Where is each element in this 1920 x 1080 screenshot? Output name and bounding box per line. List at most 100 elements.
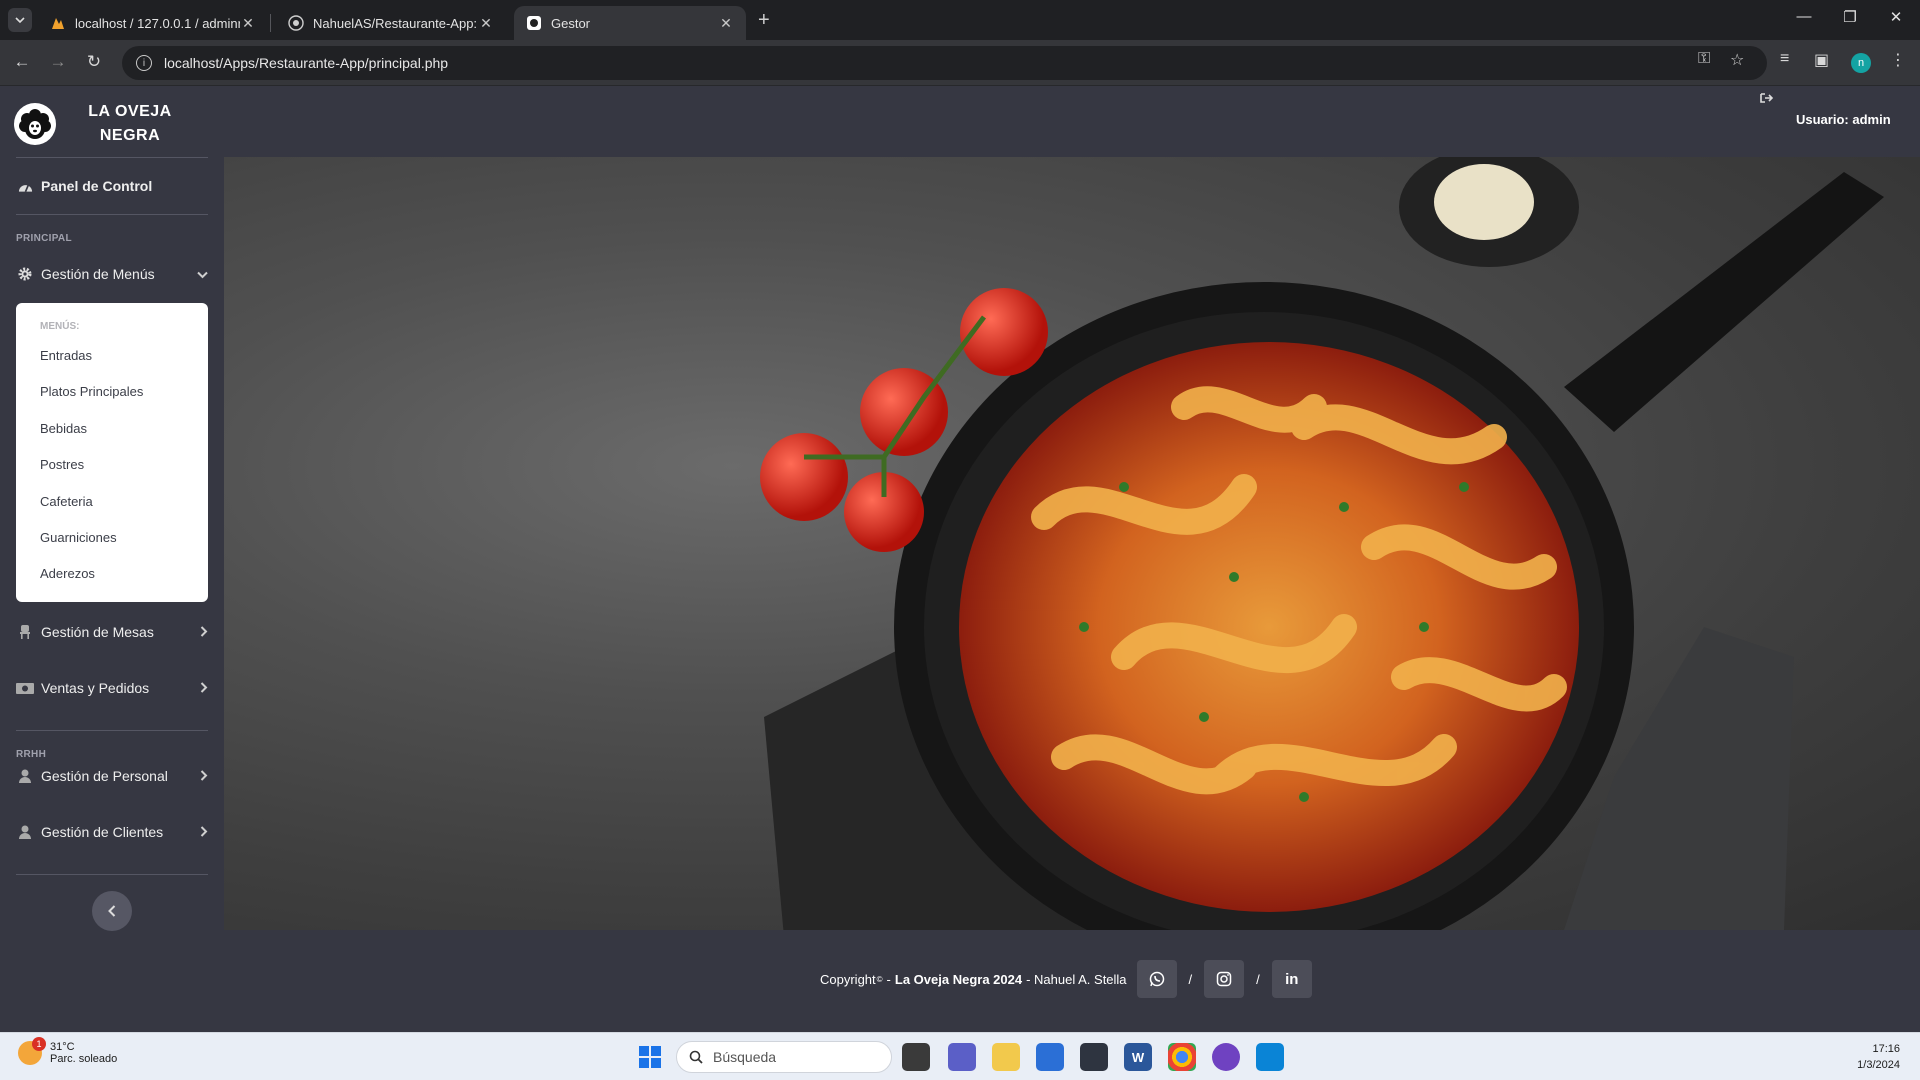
minimize-icon[interactable]: —: [1784, 8, 1824, 25]
submenu-item-bebidas[interactable]: Bebidas: [40, 421, 87, 436]
whatsapp-button[interactable]: [1136, 960, 1177, 998]
clock-time: 17:16: [1872, 1043, 1900, 1055]
bookmark-star-icon[interactable]: ☆: [1730, 50, 1744, 70]
sidebar-item-label: Panel de Control: [41, 178, 153, 194]
divider: [16, 214, 208, 215]
app-page: LA OVEJA NEGRA Panel de Control PRINCIPA…: [0, 87, 1920, 1032]
task-view-icon[interactable]: [902, 1043, 930, 1071]
close-icon[interactable]: ✕: [478, 15, 494, 32]
brand-name: LA OVEJA NEGRA: [88, 103, 172, 144]
side-panel-icon[interactable]: ▣: [1814, 50, 1829, 70]
chevron-right-icon: [200, 769, 208, 784]
menus-submenu: MENÚS: Entradas Platos Principales Bebid…: [16, 303, 208, 602]
word-icon[interactable]: W: [1124, 1043, 1152, 1071]
sidebar-item-ventas[interactable]: Ventas y Pedidos: [16, 676, 208, 700]
new-tab-button[interactable]: +: [758, 9, 770, 32]
tab-separator: [270, 14, 271, 32]
url-text: localhost/Apps/Restaurante-App/principal…: [164, 55, 449, 71]
chevron-down-icon: [15, 17, 25, 24]
microsoft-store-icon[interactable]: [1036, 1043, 1064, 1071]
submenu-item-entradas[interactable]: Entradas: [40, 348, 92, 363]
chevron-right-icon: [200, 681, 208, 696]
file-explorer-icon[interactable]: [992, 1043, 1020, 1071]
sidebar-item-dashboard[interactable]: Panel de Control: [16, 174, 208, 198]
submenu-item-platos-principales[interactable]: Platos Principales: [40, 384, 143, 399]
footer: Copyright © - La Oveja Negra 2024 - Nahu…: [820, 959, 1322, 999]
chevron-right-icon: [200, 825, 208, 840]
close-icon[interactable]: ✕: [718, 15, 734, 32]
site-info-icon[interactable]: i: [136, 55, 152, 71]
chrome-icon[interactable]: [1168, 1043, 1196, 1071]
partly-sunny-icon: 1: [18, 1037, 46, 1065]
weather-widget[interactable]: 1 31°C Parc. soleado: [18, 1037, 118, 1065]
sidebar-item-menus[interactable]: Gestión de Menús: [16, 262, 208, 286]
hero-image: [224, 157, 1920, 930]
footer-separator: /: [1256, 971, 1260, 987]
submenu-item-aderezos[interactable]: Aderezos: [40, 566, 95, 581]
sidebar-item-clientes[interactable]: Gestión de Clientes: [16, 820, 208, 844]
github-desktop-icon[interactable]: [1212, 1043, 1240, 1071]
chevron-down-icon: [197, 267, 208, 282]
user-label: Usuario: admin: [1796, 112, 1891, 127]
system-clock[interactable]: 17:16 1/3/2024: [1840, 1041, 1900, 1073]
submenu-heading: MENÚS:: [40, 321, 80, 332]
phpmyadmin-icon: [50, 15, 66, 31]
sidebar-toggle-button[interactable]: [92, 891, 132, 931]
reload-icon[interactable]: ↻: [82, 52, 106, 72]
sidebar-item-mesas[interactable]: Gestión de Mesas: [16, 620, 208, 644]
footer-separator: /: [1188, 971, 1193, 987]
section-heading-principal: PRINCIPAL: [16, 233, 72, 244]
user-icon: [16, 769, 34, 783]
tab-title: Gestor: [551, 15, 591, 31]
search-placeholder: Búsqueda: [713, 1049, 777, 1065]
forward-arrow-icon[interactable]: →: [46, 52, 70, 72]
sidebar-item-label: Gestión de Personal: [41, 768, 168, 784]
address-bar[interactable]: i localhost/Apps/Restaurante-App/princip…: [122, 46, 1767, 80]
tab-phpmyadmin[interactable]: localhost / 127.0.0.1 / adminres ✕: [38, 6, 268, 40]
weather-text: Parc. soleado: [50, 1053, 118, 1065]
sidebar-item-label: Ventas y Pedidos: [41, 680, 150, 696]
submenu-item-cafeteria[interactable]: Cafeteria: [40, 494, 93, 509]
browser-toolbar: ← → ↻ i localhost/Apps/Restaurante-App/p…: [0, 40, 1920, 86]
restore-icon[interactable]: ❐: [1830, 8, 1870, 26]
tab-gestor[interactable]: Gestor ✕: [514, 6, 746, 40]
windows-start-icon[interactable]: [636, 1043, 664, 1071]
instagram-icon: [1216, 971, 1232, 987]
gestor-favicon: [526, 15, 542, 31]
footer-author: - Nahuel A. Stella: [1026, 971, 1127, 987]
copyright-symbol: ©: [876, 974, 883, 984]
sidebar-item-label: Gestión de Clientes: [41, 824, 164, 840]
taskbar-search[interactable]: Búsqueda: [676, 1041, 892, 1073]
sidebar-item-personal[interactable]: Gestión de Personal: [16, 764, 208, 788]
linkedin-button[interactable]: in: [1271, 960, 1312, 998]
submenu-item-postres[interactable]: Postres: [40, 457, 84, 472]
user-prefix: Usuario:: [1796, 112, 1849, 127]
profile-avatar[interactable]: n: [1851, 53, 1871, 73]
divider: [16, 730, 208, 731]
logout-icon[interactable]: [1760, 91, 1774, 107]
tab-github[interactable]: NahuelAS/Restaurante-App: Re ✕: [276, 6, 506, 40]
vscode-icon[interactable]: [1256, 1043, 1284, 1071]
chevron-left-icon: [108, 905, 116, 917]
back-arrow-icon[interactable]: ←: [10, 52, 34, 72]
teams-chat-icon[interactable]: [948, 1043, 976, 1071]
notification-badge: 1: [32, 1037, 46, 1051]
window-close-icon[interactable]: ✕: [1876, 8, 1916, 26]
password-key-icon[interactable]: ⚿: [1698, 50, 1710, 68]
brand[interactable]: LA OVEJA NEGRA: [14, 99, 208, 149]
close-icon[interactable]: ✕: [240, 15, 256, 32]
os-taskbar: 1 31°C Parc. soleado Búsqueda W 17:16 1/…: [0, 1032, 1920, 1080]
tab-search-button[interactable]: [8, 8, 32, 32]
media-control-icon[interactable]: ≡: [1780, 50, 1789, 68]
sidebar-item-label: Gestión de Menús: [41, 266, 155, 282]
github-icon: [288, 15, 304, 31]
browser-menu-icon[interactable]: ⋮: [1890, 50, 1906, 70]
sidebar: LA OVEJA NEGRA Panel de Control PRINCIPA…: [0, 87, 222, 1032]
money-bill-icon: [16, 682, 34, 694]
tab-title: localhost / 127.0.0.1 / adminres: [75, 15, 240, 31]
footer-brand: La Oveja Negra 2024: [894, 971, 1023, 987]
unity-hub-icon[interactable]: [1080, 1043, 1108, 1071]
tab-title: NahuelAS/Restaurante-App: Re: [313, 15, 478, 31]
instagram-button[interactable]: [1204, 960, 1245, 998]
submenu-item-guarniciones[interactable]: Guarniciones: [40, 530, 117, 545]
